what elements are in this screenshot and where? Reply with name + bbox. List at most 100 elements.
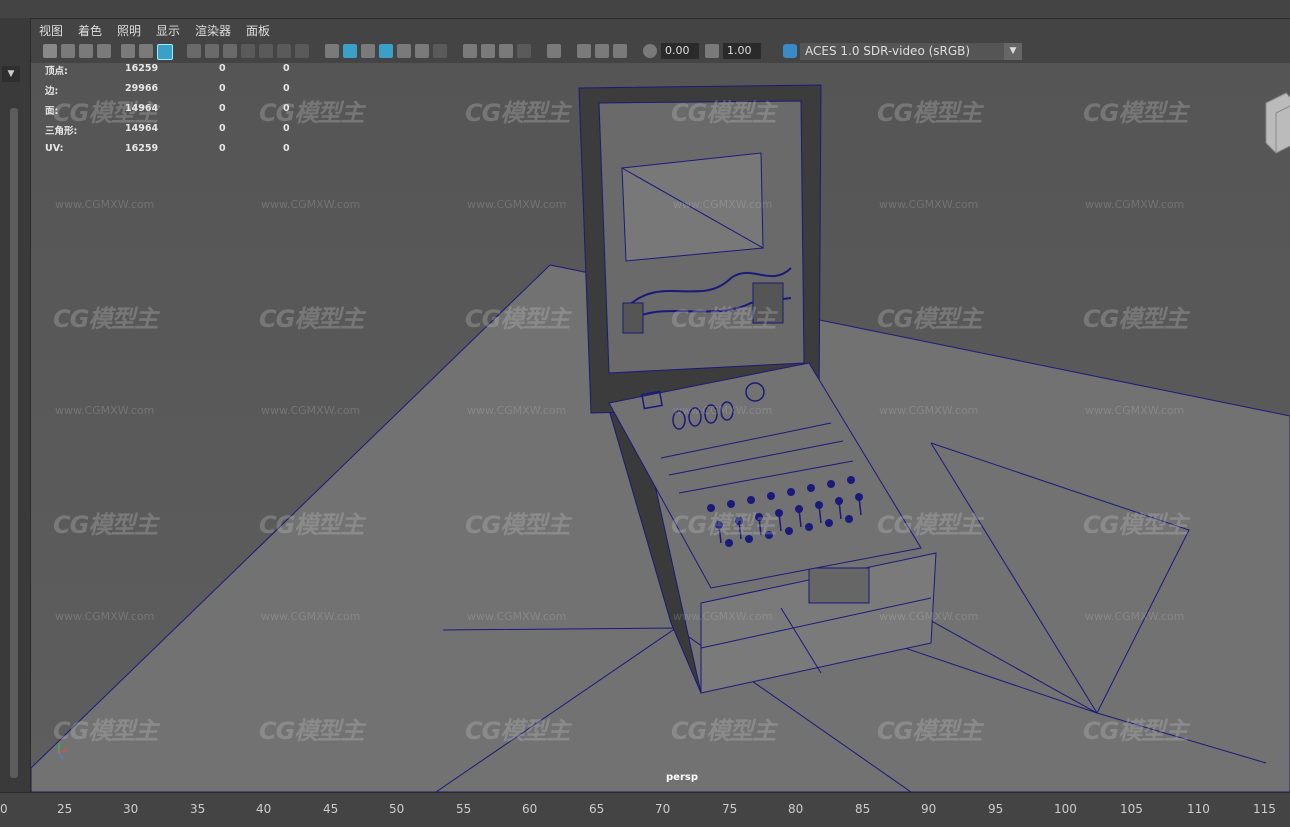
watermark-url: www.CGMXW.com <box>55 610 155 623</box>
watermark-logo: CG模型主 <box>671 717 776 745</box>
ruler-tick-label: 115 <box>1253 802 1276 816</box>
select-camera-icon[interactable] <box>43 44 57 58</box>
pencil-icon[interactable] <box>157 44 173 60</box>
wireframe-on-shaded-icon[interactable] <box>379 44 393 58</box>
hud-value: 0 <box>219 63 226 74</box>
hud-label: 面: <box>45 106 59 117</box>
wireframe-icon[interactable] <box>325 44 339 58</box>
watermark-logo: CG模型主 <box>53 717 158 745</box>
ruler-tick-label: 100 <box>1054 802 1077 816</box>
menu-renderer[interactable]: 渲染器 <box>195 22 231 39</box>
watermark-url: www.CGMXW.com <box>261 198 361 211</box>
hud-value: 14964 <box>125 123 159 134</box>
exposure-field[interactable]: 0.00 <box>661 43 699 59</box>
watermark-logo: CG模型主 <box>671 305 776 333</box>
gamma-field[interactable]: 1.00 <box>723 43 761 59</box>
menu-shading[interactable]: 着色 <box>78 22 102 39</box>
default-material-icon[interactable] <box>361 44 375 58</box>
xray-icon[interactable] <box>577 44 591 58</box>
hud-label: 边: <box>45 86 59 97</box>
perspective-viewport[interactable]: CG模型主 CG模型主 CG模型主 CG模型主 CG模型主 CG模型主 www.… <box>31 63 1290 792</box>
watermark-url: www.CGMXW.com <box>261 610 361 623</box>
watermark-logo: CG模型主 <box>1083 99 1188 127</box>
ruler-tick-label: 50 <box>389 802 405 816</box>
ruler-tick-label: 45 <box>323 802 339 816</box>
isolate-select-icon[interactable] <box>547 44 561 58</box>
exposure-icon[interactable] <box>643 44 657 58</box>
ruler-tick-label: 30 <box>123 802 139 816</box>
viewport-scene <box>31 63 1290 792</box>
hud-label: 三角形: <box>45 126 78 137</box>
watermark-logo: CG模型主 <box>877 511 982 539</box>
hud-value: 0 <box>219 123 226 134</box>
xray-joints-icon[interactable] <box>613 44 627 58</box>
smooth-shade-icon[interactable] <box>343 44 357 58</box>
use-all-lights-icon[interactable] <box>415 44 429 58</box>
xray-active-icon[interactable] <box>595 44 609 58</box>
bookmarks-icon[interactable] <box>97 44 111 58</box>
hud-value: 0 <box>283 103 290 114</box>
hud-value: 0 <box>283 123 290 134</box>
watermark-logo: CG模型主 <box>877 305 982 333</box>
anti-aliasing-icon[interactable] <box>499 44 513 58</box>
watermark-url: www.CGMXW.com <box>55 404 155 417</box>
ruler-tick-label: 110 <box>1187 802 1210 816</box>
field-chart-icon[interactable] <box>259 44 273 58</box>
hud-value: 0 <box>219 143 226 154</box>
watermark-logo: CG模型主 <box>877 99 982 127</box>
gamma-icon[interactable] <box>705 44 719 58</box>
depth-of-field-icon[interactable] <box>517 44 531 58</box>
watermark-url: www.CGMXW.com <box>1085 610 1185 623</box>
menu-lighting[interactable]: 照明 <box>117 22 141 39</box>
ruler-tick-label: 105 <box>1120 802 1143 816</box>
screen-space-ao-icon[interactable] <box>463 44 477 58</box>
panel-toolbar: 0.00 1.00 ACES 1.0 SDR-video (sRGB) ▼ <box>31 41 1290 64</box>
motion-blur-icon[interactable] <box>481 44 495 58</box>
watermark-url: www.CGMXW.com <box>879 404 979 417</box>
bookmark-icon[interactable] <box>79 44 93 58</box>
watermark-logo: CG模型主 <box>671 99 776 127</box>
camera-attributes-icon[interactable] <box>61 44 75 58</box>
left-panel-dropdown[interactable]: ▼ <box>2 66 20 82</box>
grease-pencil-icon[interactable] <box>139 44 153 58</box>
hud-value: 0 <box>219 103 226 114</box>
chevron-down-icon[interactable]: ▼ <box>1004 43 1022 60</box>
menu-show[interactable]: 显示 <box>156 22 180 39</box>
ruler-tick-label: 85 <box>855 802 871 816</box>
menu-panels[interactable]: 面板 <box>246 22 270 39</box>
watermark-logo: CG模型主 <box>1083 305 1188 333</box>
watermark-logo: CG模型主 <box>465 99 570 127</box>
ruler-tick-label: 95 <box>988 802 1004 816</box>
watermark-logo: CG模型主 <box>465 717 570 745</box>
shadows-icon[interactable] <box>433 44 447 58</box>
watermark-logo: CG模型主 <box>465 511 570 539</box>
ruler-tick-label: 55 <box>456 802 472 816</box>
watermark-logo: CG模型主 <box>259 717 364 745</box>
safe-action-icon[interactable] <box>277 44 291 58</box>
color-space-select[interactable]: ACES 1.0 SDR-video (sRGB) <box>800 43 1022 60</box>
ruler-tick-label: 0 <box>0 802 8 816</box>
hud-value: 14964 <box>125 103 159 114</box>
watermark-url: www.CGMXW.com <box>467 404 567 417</box>
menu-view[interactable]: 视图 <box>39 22 63 39</box>
watermark-logo: CG模型主 <box>1083 511 1188 539</box>
grid-icon[interactable] <box>187 44 201 58</box>
watermark-url: www.CGMXW.com <box>673 198 773 211</box>
ruler-tick-label: 25 <box>57 802 73 816</box>
color-management-icon[interactable] <box>783 44 797 58</box>
film-gate-icon[interactable] <box>205 44 219 58</box>
gate-mask-icon[interactable] <box>241 44 255 58</box>
time-slider-ruler[interactable]: 0 25 30 35 40 45 50 55 60 65 70 75 80 85… <box>0 792 1290 827</box>
watermark-url: www.CGMXW.com <box>467 198 567 211</box>
watermark-url: www.CGMXW.com <box>1085 198 1185 211</box>
ruler-tick-label: 70 <box>655 802 671 816</box>
watermark-url: www.CGMXW.com <box>673 610 773 623</box>
resolution-gate-icon[interactable] <box>223 44 237 58</box>
safe-title-icon[interactable] <box>295 44 309 58</box>
watermark-logo: CG模型主 <box>877 717 982 745</box>
textured-icon[interactable] <box>397 44 411 58</box>
image-plane-icon[interactable] <box>121 44 135 58</box>
watermark-logo: CG模型主 <box>259 99 364 127</box>
left-panel-scrollbar[interactable] <box>10 108 18 778</box>
left-side-panel: ▼ <box>0 18 31 792</box>
